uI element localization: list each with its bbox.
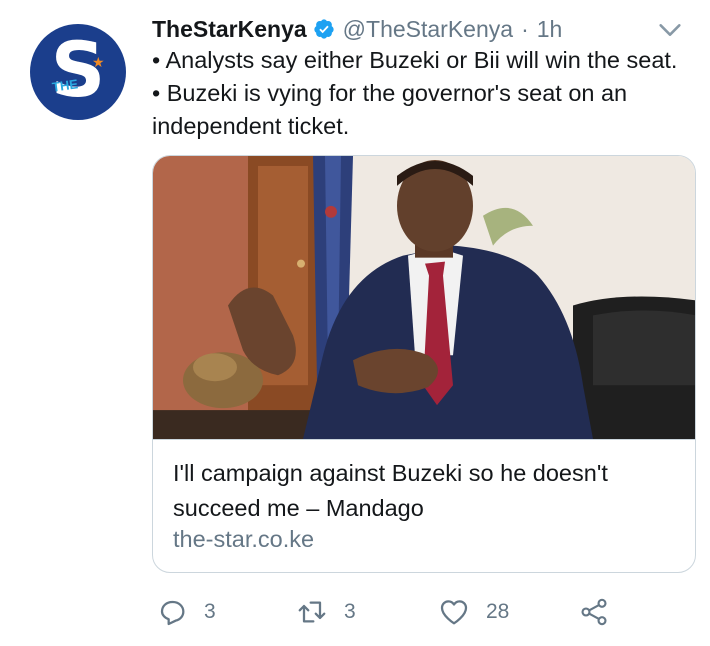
- tweet-time[interactable]: 1h: [537, 16, 563, 43]
- account-handle[interactable]: @TheStarKenya: [343, 16, 513, 43]
- like-button[interactable]: 28: [438, 592, 509, 632]
- tweet-text: • Analysts say either Buzeki or Bii will…: [152, 47, 678, 139]
- verified-badge-icon: [314, 19, 334, 39]
- retweet-icon: [298, 601, 326, 623]
- tweet-header: TheStarKenya @TheStarKenya · 1h: [152, 12, 690, 46]
- meta-separator: ·: [521, 15, 529, 42]
- retweet-count: 3: [344, 600, 356, 623]
- retweet-button[interactable]: 3: [296, 592, 356, 632]
- reply-icon: [160, 600, 185, 626]
- reply-button[interactable]: 3: [156, 592, 216, 632]
- tweet[interactable]: S THE ★ TheStarKenya @TheStarKenya · 1h …: [0, 0, 710, 646]
- account-name[interactable]: TheStarKenya: [152, 16, 307, 43]
- star-icon: ★: [92, 54, 105, 70]
- reply-count: 3: [204, 600, 216, 623]
- share-icon: [581, 598, 607, 626]
- card-title[interactable]: I'll campaign against Buzeki so he doesn…: [173, 456, 673, 526]
- card-domain[interactable]: the-star.co.ke: [173, 526, 314, 553]
- heart-icon: [440, 600, 468, 625]
- card-image[interactable]: [153, 156, 696, 440]
- avatar[interactable]: S THE ★: [30, 24, 126, 120]
- share-button[interactable]: [578, 592, 610, 632]
- chevron-down-icon[interactable]: [656, 16, 684, 44]
- tweet-actions: 3 3 28: [152, 592, 672, 632]
- like-count: 28: [486, 600, 510, 623]
- link-card[interactable]: I'll campaign against Buzeki so he doesn…: [152, 155, 696, 573]
